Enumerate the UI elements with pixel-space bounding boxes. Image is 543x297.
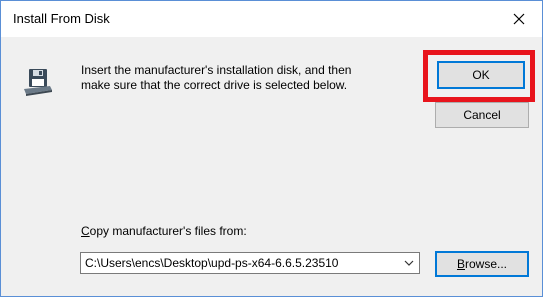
title-bar: Install From Disk — [1, 1, 542, 37]
cancel-button[interactable]: Cancel — [435, 102, 529, 128]
dialog-title: Install From Disk — [13, 11, 110, 26]
copy-from-path-value[interactable]: C:\Users\encs\Desktop\upd-ps-x64-6.6.5.2… — [85, 256, 338, 270]
chevron-down-icon — [404, 260, 414, 266]
copy-from-label-rest: opy manufacturer's files from: — [89, 224, 247, 238]
close-icon — [513, 13, 525, 25]
combobox-dropdown-button[interactable] — [399, 253, 419, 273]
copy-from-label-mnemonic: C — [81, 224, 90, 238]
instruction-message: Insert the manufacturer's installation d… — [81, 63, 411, 93]
ok-button[interactable]: OK — [437, 61, 525, 89]
install-from-disk-dialog: Install From Disk Insert the manufacture… — [0, 0, 543, 297]
copy-from-label: Copy manufacturer's files from: — [81, 224, 247, 238]
cancel-button-label: Cancel — [463, 108, 501, 122]
floppy-disk-icon — [24, 69, 52, 96]
instruction-line-2: make sure that the correct drive is sele… — [81, 78, 348, 92]
browse-button[interactable]: Browse... — [435, 251, 529, 277]
browse-label-mnemonic: B — [456, 257, 465, 271]
close-button[interactable] — [496, 1, 542, 37]
copy-from-path-combobox[interactable]: C:\Users\encs\Desktop\upd-ps-x64-6.6.5.2… — [80, 252, 420, 274]
ok-button-label: OK — [472, 68, 490, 82]
browse-label-rest: rowse... — [465, 257, 508, 271]
browse-button-label: Browse... — [457, 257, 507, 271]
instruction-line-1: Insert the manufacturer's installation d… — [81, 63, 352, 77]
